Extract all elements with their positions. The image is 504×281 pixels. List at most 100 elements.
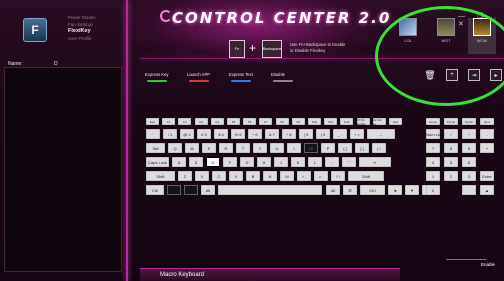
key[interactable]: # 3 [197,129,211,139]
key[interactable]: F9 [291,118,305,125]
key[interactable]: 1 [426,171,440,181]
key[interactable]: ? / [331,171,345,181]
key[interactable]: ( 9 [299,129,313,139]
key[interactable]: H [257,157,271,167]
key[interactable]: Ctrl [146,185,164,195]
key[interactable]: ◄ [388,185,402,195]
key[interactable]: D [206,157,220,167]
key[interactable]: M [280,171,294,181]
key[interactable]: F10 [308,118,321,125]
key[interactable]: Q [168,143,182,153]
key[interactable]: Ctrl [360,185,385,195]
key[interactable]: ! 1 [163,129,177,139]
key[interactable] [184,185,198,195]
key[interactable]: ☰ [343,185,357,195]
key[interactable]: + = [350,129,364,139]
key[interactable]: Caps Lock [146,157,169,167]
key[interactable]: E [202,143,216,153]
key[interactable]: _ - [333,129,347,139]
key[interactable]: Ins Scr Lk [372,118,386,126]
key[interactable]: Pg Up [444,118,458,125]
key[interactable]: . [462,185,476,195]
sidebar-item-power-modes[interactable]: Power Modes [68,14,96,21]
key[interactable]: G [240,157,254,167]
mode-express-text[interactable]: Express Text [225,70,265,82]
key[interactable]: " ' [342,157,356,167]
key[interactable]: Del [389,118,402,125]
key[interactable]: 8 [444,143,458,153]
key[interactable]: / [444,129,458,139]
key[interactable]: P [321,143,335,153]
mode-launch-app[interactable]: Launch APP [183,70,223,82]
key[interactable]: 0 [426,185,440,195]
key[interactable]: W [185,143,199,153]
key[interactable] [218,185,322,195]
key[interactable]: F11 [324,118,338,125]
key[interactable]: Prt Sc SysRq [356,118,370,126]
key[interactable]: Home [426,118,440,125]
key[interactable]: $ 4 [214,129,228,139]
key-list-panel[interactable] [4,67,122,272]
key[interactable]: F5 [227,118,240,125]
key[interactable]: ▲ [480,185,494,195]
key[interactable]: < , [297,171,311,181]
key[interactable]: * [462,129,476,139]
key[interactable]: F [223,157,237,167]
key[interactable]: 3 [462,171,476,181]
key[interactable]: { [ [338,143,352,153]
key[interactable]: 9 [462,143,476,153]
key[interactable]: Shift [348,171,384,181]
key[interactable]: C [212,171,226,181]
key[interactable]: ^ 6 [248,129,262,139]
key[interactable]: O [304,143,318,153]
key[interactable]: I [287,143,301,153]
key[interactable]: + [480,143,494,153]
key[interactable]: A [172,157,186,167]
key[interactable]: } ] [355,143,369,153]
key[interactable]: R [219,143,233,153]
key[interactable]: Alt [201,185,215,195]
enable-label[interactable]: Enable [481,262,495,267]
key[interactable]: 2 [444,171,458,181]
key[interactable]: - [480,129,494,139]
key[interactable]: F8 [275,118,289,125]
key[interactable]: B [246,171,260,181]
mode-express-key[interactable]: Express Key [141,70,181,82]
enable-slider[interactable] [446,259,486,260]
key[interactable]: N [263,171,277,181]
key[interactable]: * 8 [282,129,296,139]
key[interactable]: F3 [194,118,208,125]
key[interactable]: Shift [146,171,175,181]
key[interactable]: Pg Dn [462,118,476,125]
key[interactable]: Z [178,171,192,181]
key[interactable]: 6 [462,157,476,167]
keyboard-app-icon[interactable]: F [23,18,47,42]
mode-disable[interactable]: Disable [267,70,297,82]
key[interactable]: Num Lk [426,129,440,139]
key[interactable]: 5 [444,157,458,167]
key[interactable]: 4 [426,157,440,167]
key[interactable]: Esc [146,118,159,125]
key[interactable]: X [195,171,209,181]
key[interactable]: 7 [426,143,440,153]
key[interactable]: @ 2 [180,129,194,139]
key[interactable]: : ; [325,157,339,167]
key[interactable]: Y [253,143,267,153]
key[interactable]: F7 [259,118,273,125]
key[interactable]: ~ ` [146,129,160,139]
key[interactable]: ↵ [359,157,391,167]
key[interactable]: Alt [326,185,340,195]
key[interactable]: ← [367,129,395,139]
key[interactable]: & 7 [265,129,279,139]
key[interactable]: K [291,157,305,167]
key[interactable]: Enter [480,171,494,181]
key[interactable]: F12 [340,118,354,125]
key[interactable]: F1 [162,118,176,125]
key[interactable]: U [270,143,284,153]
key[interactable]: F2 [178,118,192,125]
key[interactable]: T [236,143,250,153]
key[interactable]: End [480,118,494,125]
key[interactable]: | \ [372,143,386,153]
key[interactable]: S [189,157,203,167]
key[interactable]: ▼ [405,185,419,195]
